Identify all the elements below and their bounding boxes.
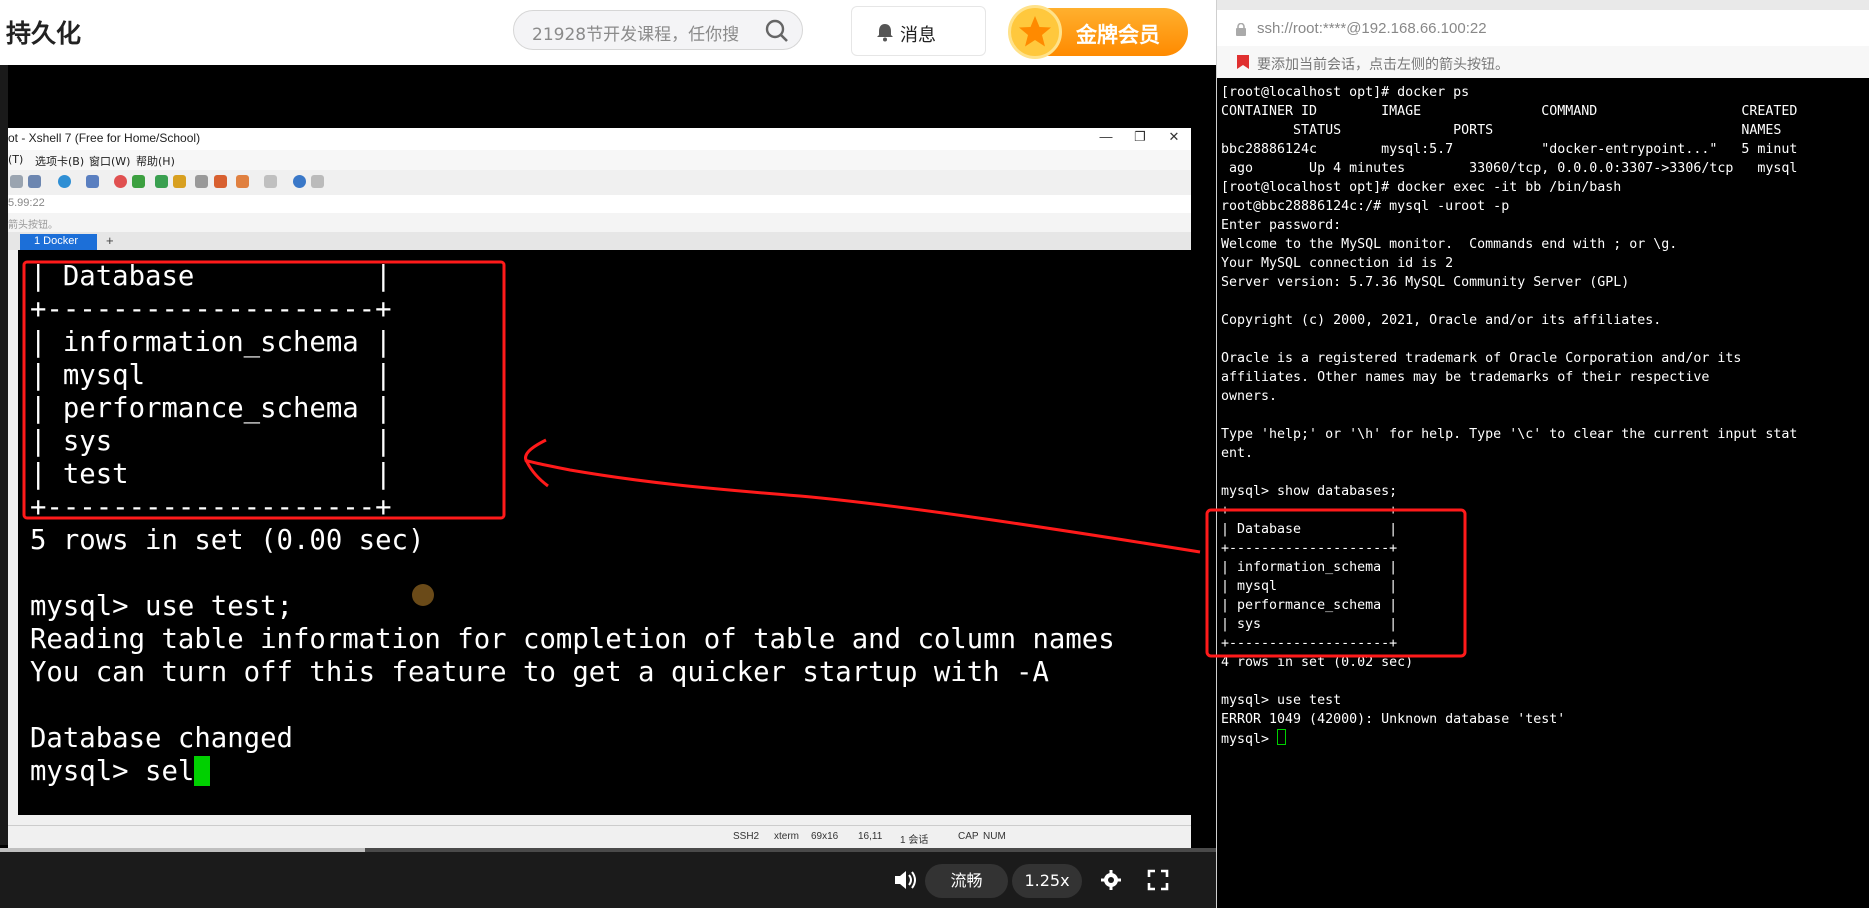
annotation-box-right [1205,508,1467,658]
annotation-arrow [524,458,1201,554]
annotation-box-left [22,260,506,520]
annotation-overlay [22,260,1467,658]
mouse-cursor [412,584,434,606]
